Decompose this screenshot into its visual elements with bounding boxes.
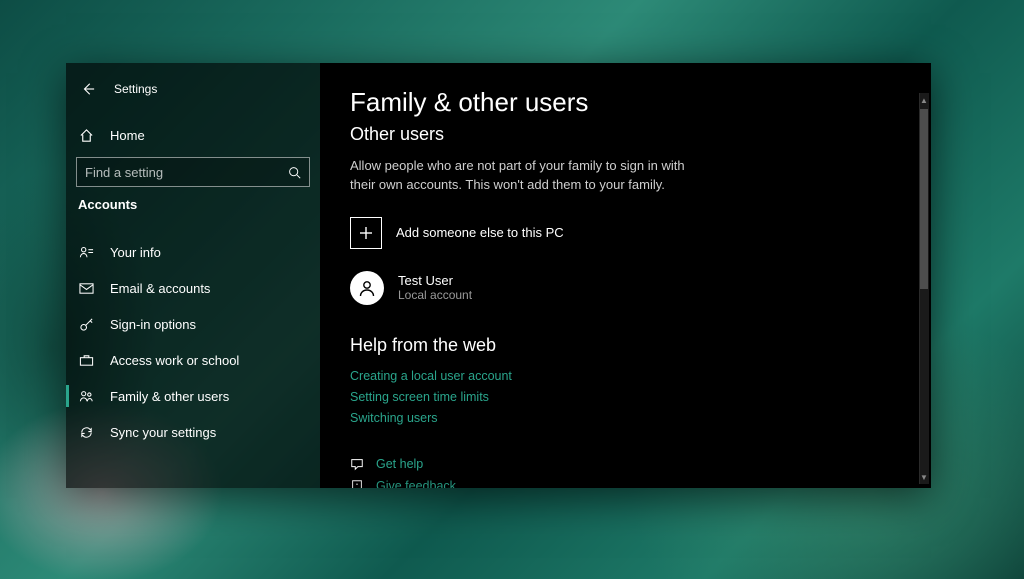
titlebar-left: Settings [66, 71, 320, 107]
sidebar-item-sync-settings[interactable]: Sync your settings [66, 414, 320, 450]
home-icon [78, 128, 94, 143]
section-title: Other users [350, 124, 901, 145]
search-container [66, 153, 320, 197]
get-help-label: Get help [376, 457, 423, 471]
settings-window: Settings Home Accounts Your info [66, 63, 931, 488]
user-type: Local account [398, 288, 472, 302]
sync-icon [78, 425, 94, 440]
sidebar-item-your-info[interactable]: Your info [66, 234, 320, 270]
home-button[interactable]: Home [66, 117, 320, 153]
nav-label: Family & other users [110, 389, 229, 404]
app-title: Settings [114, 82, 157, 96]
user-name: Test User [398, 273, 472, 288]
search-box[interactable] [76, 157, 310, 187]
page-title: Family & other users [350, 87, 901, 118]
section-description: Allow people who are not part of your fa… [350, 157, 710, 195]
avatar-icon [350, 271, 384, 305]
search-icon [288, 166, 301, 179]
briefcase-icon [78, 353, 94, 368]
help-title: Help from the web [350, 335, 901, 356]
vertical-scrollbar[interactable]: ▲ ▼ [919, 93, 929, 484]
key-icon [78, 317, 94, 332]
user-meta: Test User Local account [398, 273, 472, 302]
get-help-button[interactable]: Get help [350, 453, 901, 475]
add-user-button[interactable]: Add someone else to this PC [350, 217, 901, 249]
nav-label: Email & accounts [110, 281, 210, 296]
nav-label: Sign-in options [110, 317, 196, 332]
help-links: Creating a local user account Setting sc… [350, 366, 901, 430]
help-link-switch-users[interactable]: Switching users [350, 408, 901, 429]
chat-icon [350, 457, 364, 471]
nav-label: Sync your settings [110, 425, 216, 440]
nav-label: Access work or school [110, 353, 239, 368]
add-user-label: Add someone else to this PC [396, 225, 564, 240]
user-info-icon [78, 245, 94, 260]
category-header: Accounts [66, 197, 320, 224]
scrollbar-thumb[interactable] [920, 109, 928, 289]
sidebar-item-email-accounts[interactable]: Email & accounts [66, 270, 320, 306]
sidebar-item-family-other-users[interactable]: Family & other users [66, 378, 320, 414]
sidebar-item-sign-in-options[interactable]: Sign-in options [66, 306, 320, 342]
nav-list: Your info Email & accounts Sign-in optio… [66, 234, 320, 450]
people-icon [78, 389, 94, 404]
search-input[interactable] [85, 165, 288, 180]
help-link-create-local-user[interactable]: Creating a local user account [350, 366, 901, 387]
give-feedback-button[interactable]: Give feedback [350, 475, 901, 488]
user-entry[interactable]: Test User Local account [350, 271, 901, 305]
footer-actions: Get help Give feedback [350, 453, 901, 488]
back-button[interactable] [78, 82, 98, 96]
nav-label: Your info [110, 245, 161, 260]
content-pane: Family & other users Other users Allow p… [320, 63, 931, 488]
give-feedback-label: Give feedback [376, 479, 456, 488]
help-link-screen-time[interactable]: Setting screen time limits [350, 387, 901, 408]
scroll-down-button[interactable]: ▼ [919, 470, 929, 484]
feedback-icon [350, 479, 364, 488]
plus-icon [350, 217, 382, 249]
sidebar: Settings Home Accounts Your info [66, 63, 320, 488]
scroll-up-button[interactable]: ▲ [919, 93, 929, 107]
home-label: Home [110, 128, 145, 143]
mail-icon [78, 281, 94, 296]
sidebar-item-access-work-school[interactable]: Access work or school [66, 342, 320, 378]
